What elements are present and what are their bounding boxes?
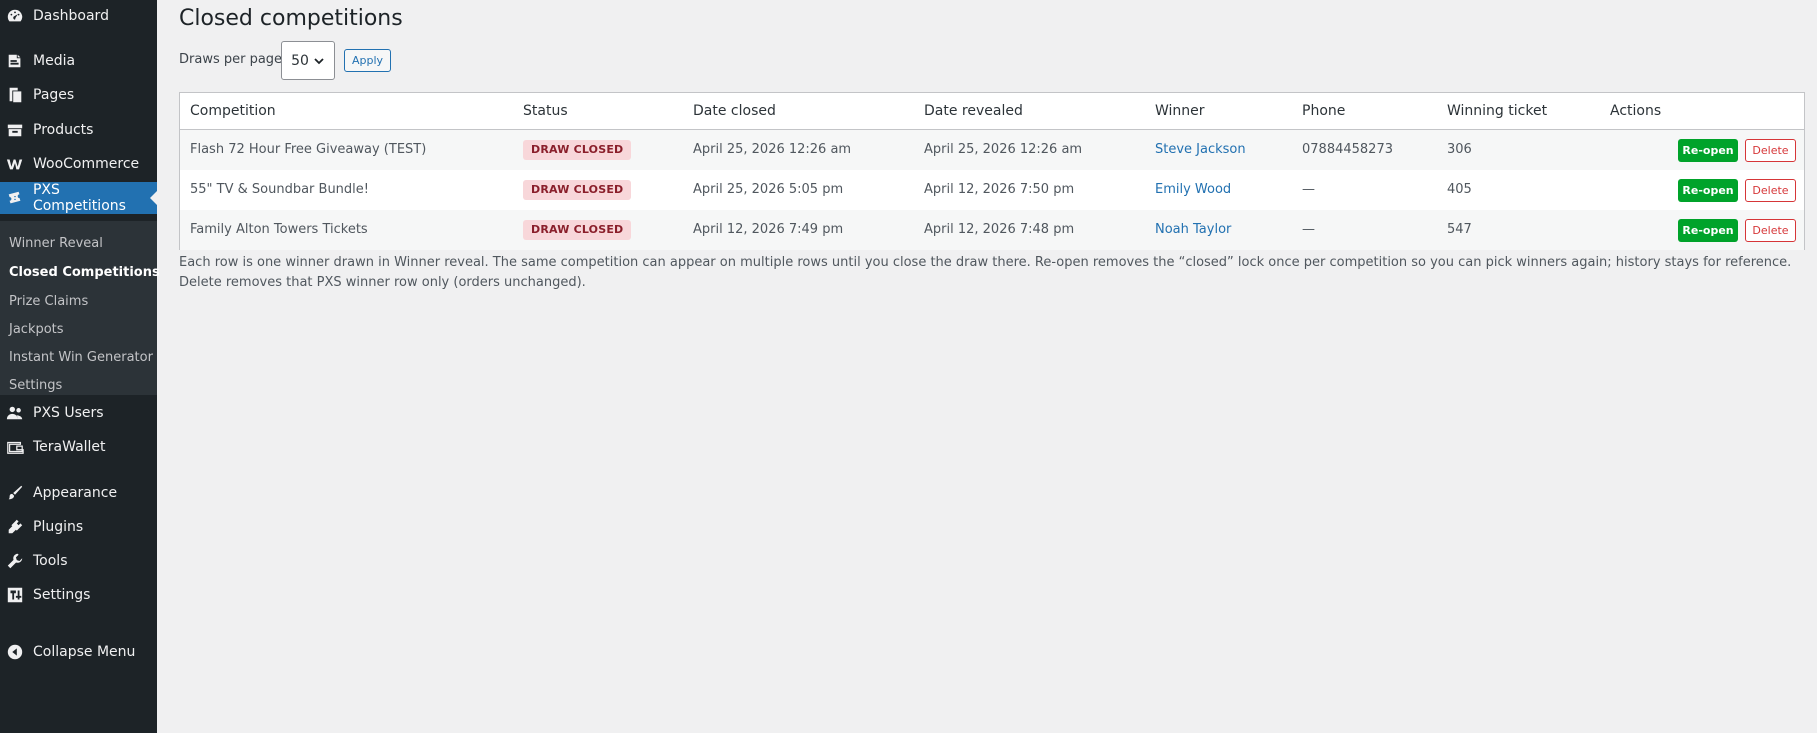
table-row: Flash 72 Hour Free Giveaway (TEST) DRAW … — [180, 130, 1804, 170]
per-page-value: 50 — [291, 52, 309, 69]
date-revealed: April 12, 2026 7:48 pm — [924, 222, 1075, 237]
date-revealed: April 12, 2026 7:50 pm — [924, 182, 1075, 197]
submenu-item-instant-win-generator[interactable]: Instant Win Generator — [9, 348, 153, 368]
delete-button[interactable]: Delete — [1745, 179, 1796, 202]
date-closed: April 25, 2026 12:26 am — [693, 142, 852, 157]
column-header-date-closed: Date closed — [693, 103, 776, 119]
dashboard-icon — [5, 6, 25, 26]
phone: — — [1302, 182, 1315, 197]
sidebar-item-label: Pages — [33, 87, 75, 103]
sidebar-item-label: Dashboard — [33, 8, 109, 24]
collapse-icon — [5, 642, 25, 662]
column-header-winner: Winner — [1155, 103, 1205, 119]
competition-name: Flash 72 Hour Free Giveaway (TEST) — [190, 142, 427, 157]
sidebar-item-label: Plugins — [33, 519, 84, 535]
date-closed: April 25, 2026 5:05 pm — [693, 182, 844, 197]
status-badge: DRAW CLOSED — [523, 220, 632, 240]
winner-link[interactable]: Emily Wood — [1155, 170, 1231, 210]
per-page-select[interactable]: 50 — [281, 41, 335, 80]
date-revealed: April 25, 2026 12:26 am — [924, 142, 1083, 157]
apply-button[interactable]: Apply — [344, 49, 391, 72]
phone: — — [1302, 222, 1315, 237]
column-header-competition: Competition — [190, 103, 276, 119]
column-header-phone: Phone — [1302, 103, 1346, 119]
page-title: Closed competitions — [179, 6, 403, 31]
sidebar-item-label: Tools — [33, 553, 68, 569]
table-row: Family Alton Towers Tickets DRAW CLOSED … — [180, 210, 1804, 250]
delete-button[interactable]: Delete — [1745, 139, 1796, 162]
phone: 07884458273 — [1302, 142, 1393, 157]
sidebar-item-products[interactable]: Products — [0, 114, 157, 146]
plugins-icon — [5, 517, 25, 537]
sidebar-item-media[interactable]: Media — [0, 45, 157, 77]
sidebar-item-terawallet[interactable]: TeraWallet — [0, 431, 157, 463]
sidebar-item-label: Media — [33, 53, 76, 69]
submenu-item-settings[interactable]: Settings — [9, 376, 62, 396]
woocommerce-icon — [5, 154, 25, 174]
pages-icon — [5, 85, 25, 105]
sidebar-item-label: Products — [33, 122, 94, 138]
winner-link[interactable]: Steve Jackson — [1155, 130, 1246, 170]
winner-link[interactable]: Noah Taylor — [1155, 210, 1231, 250]
wallet-icon — [5, 437, 25, 457]
sidebar-item-plugins[interactable]: Plugins — [0, 511, 157, 543]
winning-ticket: 306 — [1447, 142, 1472, 157]
sidebar-item-pxs-users[interactable]: PXS Users — [0, 397, 157, 429]
media-icon — [5, 51, 25, 71]
chevron-down-icon — [314, 57, 324, 64]
competition-name: 55" TV & Soundbar Bundle! — [190, 182, 369, 197]
settings-icon — [5, 585, 25, 605]
sidebar-item-label: PXS Users — [33, 405, 104, 421]
sidebar-item-label: WooCommerce — [33, 156, 140, 172]
submenu-item-jackpots[interactable]: Jackpots — [9, 320, 64, 340]
per-page-label: Draws per page: — [179, 52, 287, 67]
sidebar-item-label: PXS Competitions — [32, 182, 126, 214]
table-row: 55" TV & Soundbar Bundle! DRAW CLOSED Ap… — [180, 170, 1804, 210]
delete-button[interactable]: Delete — [1745, 219, 1796, 242]
column-header-status: Status — [523, 103, 568, 119]
table-help-note: Each row is one winner drawn in Winner r… — [179, 255, 1792, 290]
admin-sidebar: Dashboard Media Pages Products WooCommer… — [0, 0, 160, 733]
sidebar-item-appearance[interactable]: Appearance — [0, 477, 157, 509]
column-header-date-revealed: Date revealed — [924, 103, 1023, 119]
winning-ticket: 547 — [1447, 222, 1472, 237]
submenu-item-prize-claims[interactable]: Prize Claims — [9, 292, 88, 312]
sidebar-item-label: TeraWallet — [33, 439, 106, 455]
sidebar-item-label: Settings — [33, 587, 91, 603]
sidebar-item-label: Collapse Menu — [33, 644, 136, 660]
submenu-item-closed-competitions[interactable]: Closed Competitions — [9, 263, 160, 283]
column-header-actions: Actions — [1610, 103, 1662, 119]
column-header-winning-ticket: Winning ticket — [1447, 103, 1548, 119]
winning-ticket: 405 — [1447, 182, 1472, 197]
competitions-submenu: Winner Reveal Closed Competitions Prize … — [0, 221, 160, 396]
users-icon — [5, 403, 25, 423]
products-icon — [5, 120, 25, 140]
date-closed: April 12, 2026 7:49 pm — [693, 222, 844, 237]
reopen-button[interactable]: Re-open — [1678, 139, 1738, 162]
sidebar-item-settings[interactable]: Settings — [0, 579, 157, 611]
sidebar-item-woocommerce[interactable]: WooCommerce — [0, 148, 157, 180]
reopen-button[interactable]: Re-open — [1678, 179, 1738, 202]
reopen-button[interactable]: Re-open — [1678, 219, 1738, 242]
sidebar-item-pages[interactable]: Pages — [0, 79, 157, 111]
appearance-brush-icon — [5, 483, 25, 503]
tools-wrench-icon — [5, 551, 25, 571]
submenu-item-winner-reveal[interactable]: Winner Reveal — [9, 234, 103, 254]
sidebar-item-tools[interactable]: Tools — [0, 545, 157, 577]
tickets-icon — [5, 188, 25, 208]
status-badge: DRAW CLOSED — [523, 180, 632, 200]
sidebar-item-pxs-competitions[interactable]: PXS Competitions — [0, 182, 158, 214]
closed-competitions-table: Competition Status Date closed Date reve… — [179, 92, 1805, 250]
collapse-menu-button[interactable]: Collapse Menu — [0, 636, 157, 668]
competition-name: Family Alton Towers Tickets — [190, 222, 368, 237]
sidebar-item-dashboard[interactable]: Dashboard — [0, 0, 157, 32]
status-badge: DRAW CLOSED — [523, 140, 632, 160]
sidebar-item-label: Appearance — [33, 485, 118, 501]
